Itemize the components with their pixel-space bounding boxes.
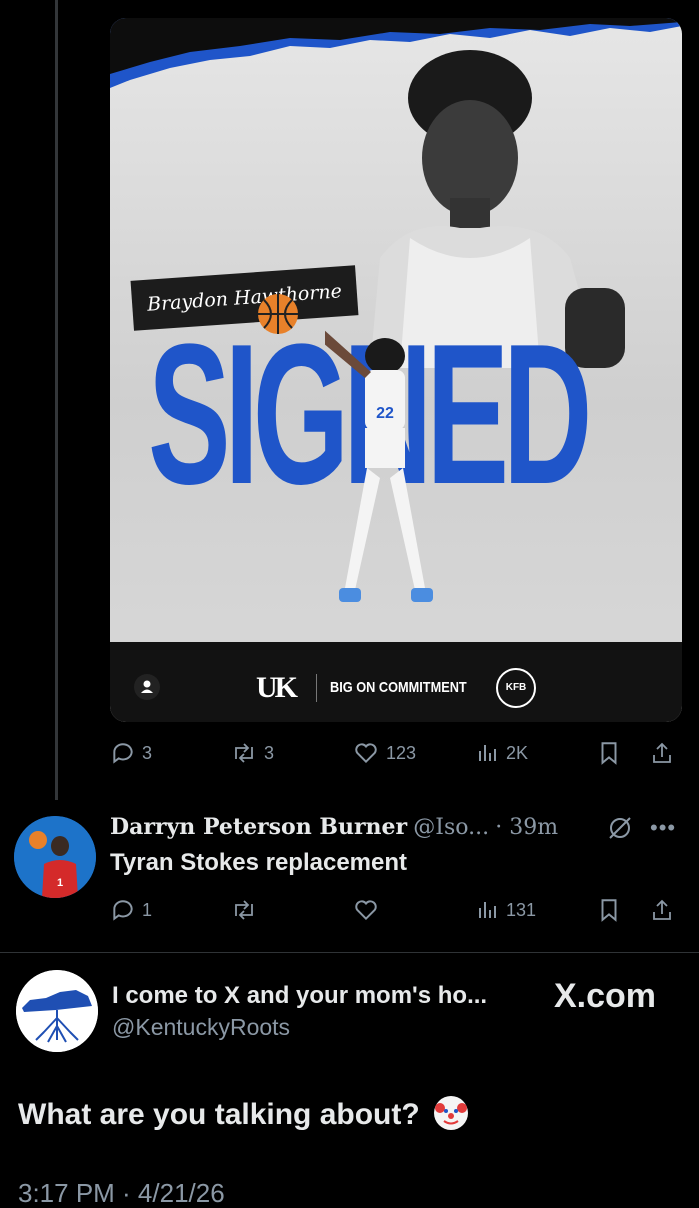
- reply-action-bar: 1 131: [110, 895, 682, 925]
- share-icon: [653, 742, 671, 763]
- repost-button[interactable]: 3: [230, 738, 274, 768]
- reply-text: Tyran Stokes replacement: [110, 849, 408, 876]
- reply-bookmark-button[interactable]: [598, 895, 620, 925]
- repost-count: 3: [264, 742, 275, 763]
- brand-row: UK BIG ON COMMITMENT KFB: [110, 668, 682, 708]
- reply-icon: [113, 743, 133, 764]
- heart-icon: [355, 900, 377, 921]
- main-post-text: What are you talking about?: [18, 1095, 469, 1135]
- views-icon: [479, 745, 496, 761]
- source-label: X.com: [554, 977, 657, 1015]
- heart-icon: [355, 743, 377, 764]
- views-button[interactable]: 2K: [476, 738, 528, 768]
- reply-author-handle[interactable]: @Iso...: [413, 815, 489, 840]
- brand-divider: [316, 674, 317, 702]
- reply-reply-button[interactable]: 1: [110, 895, 152, 925]
- like-count: 123: [386, 742, 417, 763]
- views-icon: [479, 902, 496, 918]
- share-button[interactable]: [650, 738, 674, 768]
- post-timestamp[interactable]: 3:17 PM · 4/21/26: [18, 1178, 225, 1208]
- player-action-figure: 22: [325, 330, 433, 602]
- share-icon: [653, 899, 671, 920]
- reply-reply-count: 1: [142, 899, 153, 920]
- reply-time: · 39m: [495, 815, 559, 840]
- reply-like-button[interactable]: [352, 895, 380, 925]
- views-count: 2K: [506, 742, 529, 763]
- reply-repost-button[interactable]: [230, 895, 258, 925]
- bookmark-button[interactable]: [598, 738, 620, 768]
- person-icon[interactable]: [134, 674, 160, 700]
- svg-text:1: 1: [57, 877, 63, 889]
- bookmark-icon: [601, 742, 617, 765]
- reply-share-button[interactable]: [650, 895, 674, 925]
- reply-avatar[interactable]: 1: [14, 816, 96, 898]
- kfb-logo: KFB: [496, 668, 536, 708]
- main-post-body: What are you talking about?: [18, 1098, 420, 1131]
- thread-line: [55, 0, 58, 800]
- reply-icon: [113, 900, 133, 921]
- bookmark-icon: [601, 899, 617, 922]
- more-options-icon[interactable]: •••: [650, 814, 676, 842]
- brand-slogan: BIG ON COMMITMENT: [330, 679, 467, 696]
- reply-views-button[interactable]: 131: [476, 895, 536, 925]
- reply-views-count: 131: [506, 899, 537, 920]
- svg-text:22: 22: [376, 405, 394, 422]
- repost-icon: [235, 743, 253, 763]
- main-author-name[interactable]: I come to X and your mom's ho...: [112, 980, 487, 1012]
- main-avatar[interactable]: [16, 970, 98, 1052]
- reply-author-name[interactable]: Darryn Peterson Burner: [110, 814, 407, 840]
- muted-icon[interactable]: [606, 814, 634, 847]
- clown-emoji-icon: [434, 1096, 469, 1130]
- post-media-image[interactable]: SIGNED 22 Braydon Hawthorne UK BIG ON CO…: [110, 18, 682, 722]
- section-divider: [0, 952, 699, 953]
- uk-logo: UK: [256, 671, 298, 704]
- post-action-bar: 3 3 123 2K: [110, 738, 682, 768]
- reply-header: Darryn Peterson Burner @Iso... · 39m: [110, 812, 558, 843]
- basketball-icon: [258, 294, 298, 334]
- reply-count: 3: [142, 742, 153, 763]
- like-button[interactable]: 123: [352, 738, 416, 768]
- reply-button[interactable]: 3: [110, 738, 152, 768]
- main-author-handle[interactable]: @KentuckyRoots: [112, 1012, 290, 1042]
- repost-icon: [235, 900, 253, 920]
